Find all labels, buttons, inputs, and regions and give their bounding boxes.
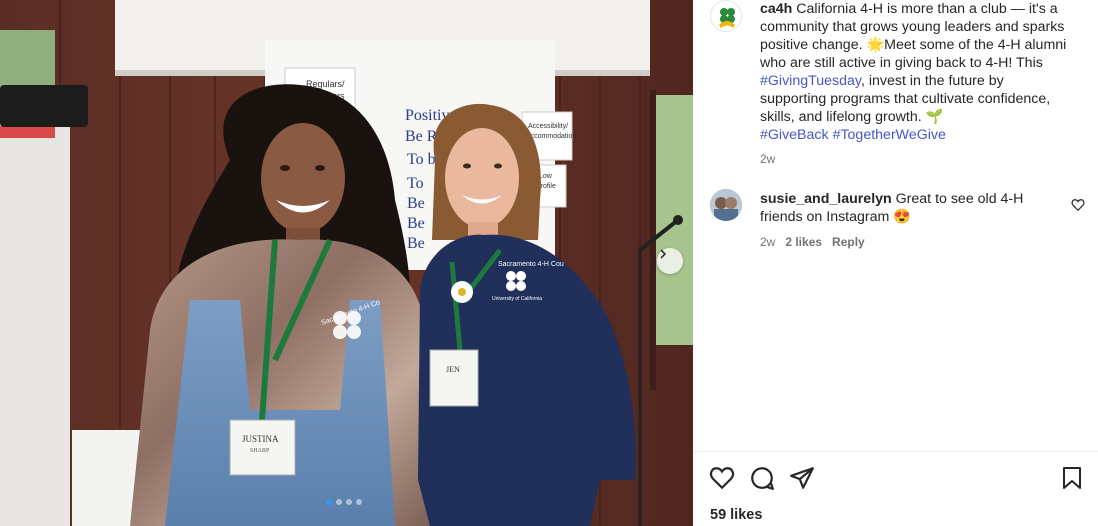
actions-divider <box>693 451 1098 452</box>
like-button[interactable] <box>709 465 735 496</box>
comment-meta: 2w 2 likes Reply <box>760 233 1060 251</box>
carousel-next-button[interactable] <box>657 248 683 274</box>
heart-icon <box>1071 199 1085 212</box>
comment-button[interactable] <box>749 465 775 496</box>
comment-text-line: Great to see old 4-H <box>891 191 1024 207</box>
caption-timestamp: 2w <box>760 152 776 166</box>
chevron-right-icon <box>660 249 667 259</box>
board-line-5: Be <box>407 195 425 212</box>
carousel-dot <box>336 499 342 505</box>
paper-plane-icon <box>790 467 814 489</box>
commenter-photo-icon <box>710 189 742 221</box>
board-card-accessibility: Accessibility/ <box>528 123 568 130</box>
post-caption: ca4h California 4-H is more than a club … <box>760 0 1090 168</box>
board-line-2: Be R <box>405 128 438 145</box>
commenter-avatar[interactable] <box>710 189 742 221</box>
caption-line: supporting programs that cultivate confi… <box>760 91 1051 107</box>
comment-text-line: friends on Instagram <box>760 209 894 225</box>
clover-logo-icon <box>712 2 741 31</box>
photo-scene: Regulars/ Pillars Accessibility/ Accommo… <box>0 0 693 526</box>
comment: susie_and_laurelyn Great to see old 4-H … <box>760 190 1060 251</box>
board-line-4: To <box>407 175 424 192</box>
share-button[interactable] <box>789 465 815 496</box>
board-card-accommodation: Accommodation <box>526 133 576 140</box>
commenter-username[interactable]: susie_and_laurelyn <box>760 191 892 207</box>
badge-right-name: JEN <box>446 365 460 374</box>
caption-line: who are still active in giving back to 4… <box>760 55 1043 71</box>
carousel-dot <box>326 499 332 505</box>
board-line-3: To b <box>407 151 436 168</box>
comment-likes[interactable]: 2 likes <box>785 235 822 249</box>
sweatshirt-right-sub: University of California <box>492 296 542 302</box>
caption-meta: 2w <box>760 150 1090 168</box>
carousel-dot <box>356 499 362 505</box>
comment-timestamp: 2w <box>760 235 776 249</box>
badge-left-name: JUSTINA <box>242 434 279 444</box>
daisy-pin <box>451 281 473 303</box>
comment-reply-button[interactable]: Reply <box>832 235 865 249</box>
comment-bubble-icon <box>751 467 774 490</box>
board-line-6: Be <box>407 215 425 232</box>
heart-icon <box>709 467 735 490</box>
caption-line: community that grows young leaders and s… <box>760 19 1065 35</box>
comment-like-button[interactable] <box>1071 198 1085 217</box>
sweatshirt-right-text: Sacramento 4-H Cou <box>498 261 564 268</box>
badge-left-sub: SHARP <box>250 448 270 454</box>
post-likes-count[interactable]: 59 likes <box>710 507 762 523</box>
author-avatar[interactable] <box>710 0 742 32</box>
heart-eyes-emoji: 😍 <box>893 209 911 225</box>
hashtag-togetherwegive[interactable]: #TogetherWeGive <box>833 127 946 143</box>
post-photo[interactable]: Regulars/ Pillars Accessibility/ Accommo… <box>0 0 693 526</box>
carousel-indicator <box>326 499 362 505</box>
caption-line: positive change. <box>760 37 867 53</box>
caption-line: , invest in the future by <box>860 73 1004 89</box>
save-button[interactable] <box>1061 466 1083 495</box>
bookmark-icon <box>1063 467 1081 489</box>
sprout-emoji: 🌱 <box>925 109 944 125</box>
hashtag-giveback[interactable]: #GiveBack <box>760 127 829 143</box>
carousel-dot <box>346 499 352 505</box>
caption-line: California 4-H is more than a club — it'… <box>792 1 1058 17</box>
author-username[interactable]: ca4h <box>760 1 792 17</box>
hashtag-givingtuesday[interactable]: #GivingTuesday <box>760 73 861 89</box>
caption-line: skills, and lifelong growth. <box>760 109 926 125</box>
caption-line: Meet some of the 4-H alumni <box>884 37 1067 53</box>
post-panel: ca4h California 4-H is more than a club … <box>693 0 1098 526</box>
post-actions <box>709 465 815 496</box>
board-card-low: Low <box>539 173 553 180</box>
board-line-7: Be <box>407 235 425 252</box>
star-emoji: 🌟 <box>866 37 885 53</box>
